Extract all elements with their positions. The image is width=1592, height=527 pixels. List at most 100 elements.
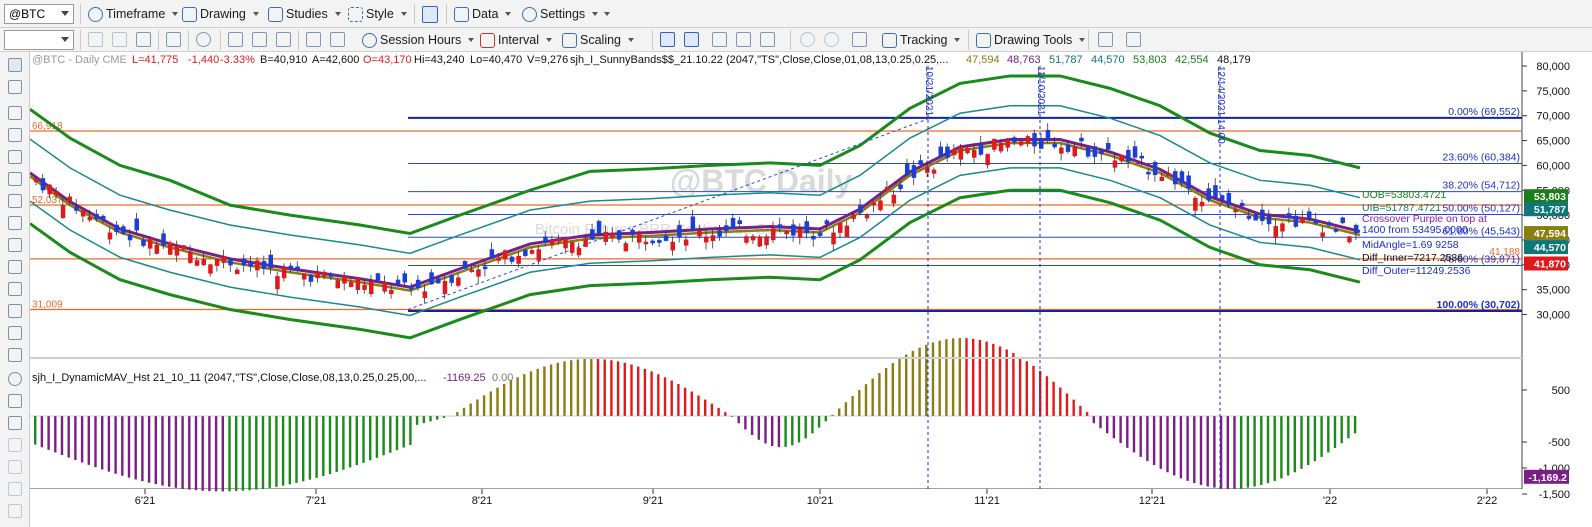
layout-icon[interactable] — [422, 6, 438, 23]
arrow-down-icon[interactable] — [8, 504, 22, 518]
triangle-icon[interactable] — [8, 460, 22, 474]
drawing-tools-button[interactable]: Drawing Tools — [974, 29, 1087, 51]
rotate-icon[interactable] — [8, 216, 22, 230]
wave-settings-icon[interactable] — [1126, 32, 1141, 47]
histogram-bar — [362, 416, 365, 463]
histogram-bar — [1186, 416, 1189, 481]
histogram-bar — [1032, 365, 1035, 416]
vertical-lines-icon[interactable] — [8, 282, 22, 296]
symbol-header: @BTC - Daily CME — [32, 54, 127, 66]
pen-icon[interactable] — [8, 238, 22, 252]
candle-body — [951, 149, 957, 156]
pane-separator[interactable] — [30, 357, 1522, 359]
histogram-bar — [710, 403, 714, 416]
candle-body — [1347, 236, 1352, 243]
time-tick-label: 12'21 — [1139, 495, 1166, 507]
style-button[interactable]: Style — [346, 3, 409, 25]
interval-button[interactable]: Interval — [478, 29, 554, 51]
interval-combo[interactable] — [4, 30, 74, 50]
histogram-bar — [704, 399, 707, 416]
chevron-down-icon — [61, 37, 69, 42]
more-button[interactable] — [598, 3, 612, 25]
network-icon[interactable] — [306, 32, 321, 47]
levels-icon[interactable] — [8, 260, 22, 274]
pencil-icon — [182, 6, 197, 22]
bars-pattern-icon[interactable] — [8, 348, 22, 362]
candle-body — [972, 150, 977, 158]
cursor-icon[interactable] — [112, 32, 127, 47]
histogram-bar — [188, 416, 191, 490]
histogram-bar — [1146, 416, 1149, 462]
candlestick-icon[interactable] — [660, 32, 675, 47]
cycle-icon[interactable] — [8, 394, 22, 408]
crosshair-icon[interactable] — [8, 80, 22, 94]
symbol-combo[interactable]: @BTC — [4, 4, 74, 24]
circle-icon[interactable] — [8, 372, 22, 386]
studies-label: Studies — [286, 7, 328, 21]
studies-icon — [268, 6, 283, 22]
horizontal-line-icon[interactable] — [8, 304, 22, 318]
last-price: L=41,775 — [132, 54, 178, 66]
drawing-button[interactable]: Drawing — [180, 3, 261, 25]
histogram-bar — [348, 416, 352, 468]
zoom-out-icon[interactable] — [824, 32, 839, 47]
refresh-icon[interactable] — [88, 32, 103, 47]
ray-icon[interactable] — [8, 150, 22, 164]
candle-body — [637, 233, 642, 243]
scroll-icon[interactable] — [852, 32, 867, 47]
histogram-bar — [1152, 416, 1156, 466]
add-indicator-icon[interactable] — [1098, 32, 1113, 47]
chevron-down-icon — [172, 12, 179, 16]
zoom-in-icon[interactable] — [800, 32, 815, 47]
histogram-bar — [543, 366, 546, 416]
scaling-button[interactable]: Scaling — [560, 29, 636, 51]
separator — [220, 30, 221, 50]
grid-icon[interactable] — [136, 32, 151, 47]
gann-icon[interactable] — [8, 326, 22, 340]
lower-study-name: sjh_I_DynamicMAV_Hst 21_10_11 (2047,"TS"… — [32, 372, 426, 384]
price-tag-label: 44,570 — [1534, 242, 1566, 254]
tracking-button[interactable]: Tracking — [880, 29, 962, 51]
line-chart-icon[interactable] — [736, 32, 751, 47]
histogram-bar — [1313, 416, 1317, 462]
compass-icon[interactable] — [196, 32, 211, 47]
chevron-down-icon — [505, 12, 512, 16]
zoom-icon[interactable] — [166, 32, 181, 47]
dot-chart-icon[interactable] — [760, 32, 775, 47]
candle-body — [958, 147, 964, 160]
data-button[interactable]: Data — [452, 3, 513, 25]
studies-button[interactable]: Studies — [266, 3, 343, 25]
candle-body — [369, 281, 374, 294]
trendline-icon[interactable] — [8, 128, 22, 142]
fibonacci-icon[interactable] — [8, 194, 22, 208]
separator — [188, 30, 189, 50]
bars-icon[interactable] — [276, 32, 291, 47]
candle-body — [208, 264, 213, 274]
chart-line-icon[interactable] — [252, 32, 267, 47]
grid-lines-icon[interactable] — [8, 416, 22, 430]
drawing-tools-label: Drawing Tools — [994, 33, 1073, 47]
candle-body — [275, 276, 280, 290]
tools-icon[interactable] — [330, 32, 345, 47]
candlestick-hollow-icon[interactable] — [684, 32, 699, 47]
chart-area[interactable]: @BTC Daily Bitcoin Futures BRR Continuou… — [30, 52, 1592, 527]
session-hours-button[interactable]: Session Hours — [360, 29, 476, 51]
select-cursor-icon[interactable] — [8, 58, 22, 72]
channel-icon[interactable] — [8, 172, 22, 186]
histogram-bar — [469, 403, 472, 416]
slash-icon[interactable] — [8, 438, 22, 452]
arrow-up-icon[interactable] — [8, 482, 22, 496]
wrench-icon[interactable] — [8, 106, 22, 120]
histogram-bar — [663, 377, 667, 416]
histogram-bar — [1340, 416, 1343, 444]
settings-button[interactable]: Settings — [520, 3, 600, 25]
timeframe-button[interactable]: Timeframe — [86, 3, 180, 25]
separator — [414, 4, 415, 24]
date-line-label: 11/10/2021 — [1035, 66, 1046, 116]
wave-icon[interactable] — [228, 32, 243, 47]
histogram-bar — [791, 416, 794, 446]
histogram-bar — [690, 391, 693, 416]
histogram-bar — [1347, 416, 1350, 439]
histogram-bar — [871, 378, 874, 416]
ohlc-icon[interactable] — [712, 32, 727, 47]
